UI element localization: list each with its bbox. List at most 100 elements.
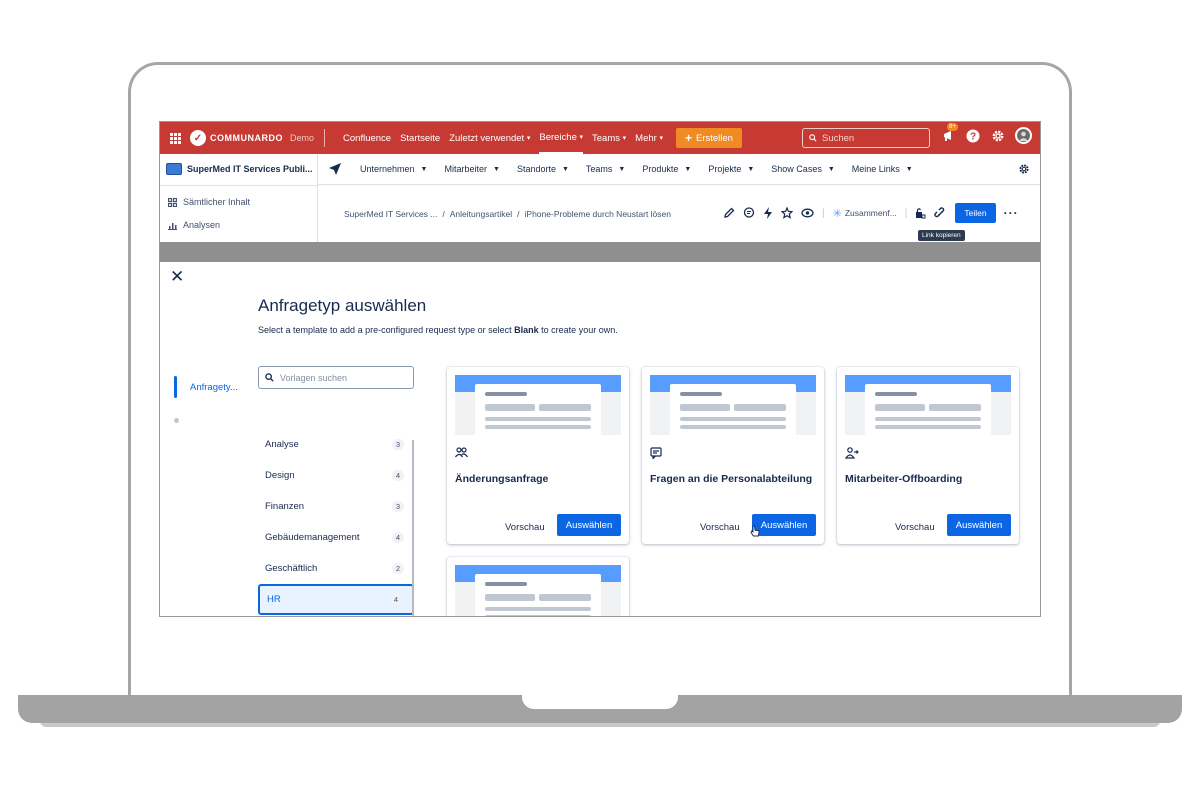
category-item[interactable]: Gebäudemanagement 4 [258,522,414,553]
nav-mehr[interactable]: Mehr ▾ [635,122,663,154]
secnav-standorte-label: Standorte [516,164,556,174]
breadcrumb-separator: / [517,209,520,219]
person-leave-icon [844,447,859,462]
restrictions-icon[interactable] [915,207,926,219]
category-count: 4 [391,470,404,481]
sidebar-item-all-content[interactable]: Sämtlicher Inhalt [160,197,250,207]
select-button[interactable]: Auswählen [557,514,621,536]
brand-logo-demo: Demo [290,133,315,143]
create-button[interactable]: + Erstellen [675,128,742,148]
overlay-band [160,242,1040,262]
category-count: 4 [391,532,404,543]
lightning-icon[interactable] [763,207,773,219]
category-label: Finanzen [265,501,305,512]
notifications-button[interactable]: 9+ [940,122,958,144]
global-search-placeholder: Suchen [822,132,855,144]
breadcrumb-space[interactable]: SuperMed IT Services ... [344,209,437,219]
modal-subtitle-bold: Blank [514,325,539,335]
secnav-standorte[interactable]: Standorte ▼ [517,164,569,174]
secnav-produkte-label: Produkte [642,164,679,174]
secnav-meine-links[interactable]: Meine Links ▼ [852,164,913,174]
user-avatar[interactable] [1015,127,1032,144]
brand-logo[interactable]: ✓ COMMUNARDO Demo [190,129,326,147]
more-options-icon[interactable]: ··· [1004,206,1019,220]
nav-bereiche[interactable]: Bereiche ▾ [539,122,584,154]
sparkle-icon: ✳ [832,207,842,220]
chevron-down-icon: ▼ [420,165,428,173]
page-toolbar: | ✳ Zusammenf... | Teilen ··· [723,203,1019,223]
create-button-label: Erstellen [695,132,733,144]
close-icon[interactable]: ✕ [170,267,184,287]
template-preview [845,375,1011,435]
page-header: SuperMed IT Services ... / Anleitungsart… [318,185,1040,242]
template-card[interactable] [447,557,629,616]
settings-button[interactable] [990,128,1006,144]
gear-icon[interactable] [1018,163,1030,175]
space-sidebar: SuperMed IT Services Publi... Sämtlicher… [160,154,318,242]
help-button[interactable]: ? [965,128,981,144]
select-button[interactable]: Auswählen [947,514,1011,536]
modal-subtitle-post: to create your own. [538,325,618,335]
space-header[interactable]: SuperMed IT Services Publi... [160,154,317,175]
breadcrumb-current[interactable]: iPhone-Probleme durch Neustart lösen [525,209,671,219]
nav-teams[interactable]: Teams ▾ [592,122,626,154]
nav-zuletzt-verwendet-label: Zuletzt verwendet [449,132,525,144]
navigation-arrow-icon[interactable] [328,162,342,176]
app-switcher-icon[interactable] [160,132,190,144]
category-label: Design [265,470,295,481]
plus-icon: + [684,131,692,145]
secnav-produkte[interactable]: Produkte ▼ [642,164,691,174]
category-item-selected[interactable]: HR 4 [258,584,414,615]
breadcrumb: SuperMed IT Services ... / Anleitungsart… [344,209,671,219]
copy-link-tooltip: Link kopieren [918,230,965,241]
category-item[interactable]: Geschäftlich 2 [258,553,414,584]
template-search-input[interactable]: Vorlagen suchen [258,366,414,389]
summarize-button[interactable]: ✳ Zusammenf... [833,207,897,220]
select-button[interactable]: Auswählen [752,514,816,536]
secnav-unternehmen-label: Unternehmen [360,164,415,174]
step-label[interactable]: Anfragety... [190,382,238,393]
breadcrumb-separator: / [442,209,445,219]
link-icon[interactable] [934,206,947,220]
preview-panel [865,384,991,435]
screen: ✓ COMMUNARDO Demo Confluence Startseite … [159,121,1041,617]
share-button[interactable]: Teilen [955,203,996,223]
space-links-nav: Unternehmen ▼ Mitarbeiter ▼ Standorte ▼ Tea… [318,154,1040,185]
sidebar-item-analytics-label: Analysen [183,220,221,230]
breadcrumb-parent[interactable]: Anleitungsartikel [450,209,512,219]
help-icon: ? [966,129,980,142]
nav-zuletzt-verwendet[interactable]: Zuletzt verwendet ▾ [449,122,530,154]
secnav-unternehmen[interactable]: Unternehmen ▼ [360,164,427,174]
category-scrollbar[interactable] [412,440,414,616]
secnav-teams[interactable]: Teams ▼ [586,164,625,174]
preview-button[interactable]: Vorschau [700,522,740,533]
step-indicator-active [174,376,177,398]
secnav-meine-links-label: Meine Links [851,164,900,174]
eye-icon[interactable] [801,207,814,219]
nav-startseite[interactable]: Startseite [400,122,440,154]
gear-icon [992,130,1004,141]
global-search-input[interactable]: Suchen [802,128,930,148]
nav-bereiche-label: Bereiche [539,131,577,143]
template-card[interactable]: Fragen an die Personalabteilung Vorschau… [642,367,824,544]
template-card[interactable]: Mitarbeiter-Offboarding Vorschau Auswähl… [837,367,1019,544]
comment-icon[interactable] [743,207,755,219]
preview-panel [475,384,601,435]
pencil-icon[interactable] [723,207,735,219]
laptop-notch [522,695,678,709]
secnav-mitarbeiter[interactable]: Mitarbeiter ▼ [444,164,499,174]
star-icon[interactable] [781,207,793,219]
preview-button[interactable]: Vorschau [505,522,545,533]
category-list: Analyse 3 Design 4 Finanzen 3 Gebäudemanage… [258,429,414,615]
template-card[interactable]: Änderungsanfrage Vorschau Auswählen [447,367,629,544]
preview-panel [670,384,796,435]
preview-button[interactable]: Vorschau [895,522,935,533]
category-item[interactable]: Analyse 3 [258,429,414,460]
sidebar-item-analytics[interactable]: Analysen [160,220,220,230]
category-item[interactable]: Design 4 [258,460,414,491]
category-item[interactable]: Finanzen 3 [258,491,414,522]
secnav-projekte[interactable]: Projekte ▼ [708,164,754,174]
nav-confluence[interactable]: Confluence [343,122,391,154]
secnav-show-cases[interactable]: Show Cases ▼ [771,164,834,174]
template-title: Fragen an die Personalabteilung [650,473,813,485]
